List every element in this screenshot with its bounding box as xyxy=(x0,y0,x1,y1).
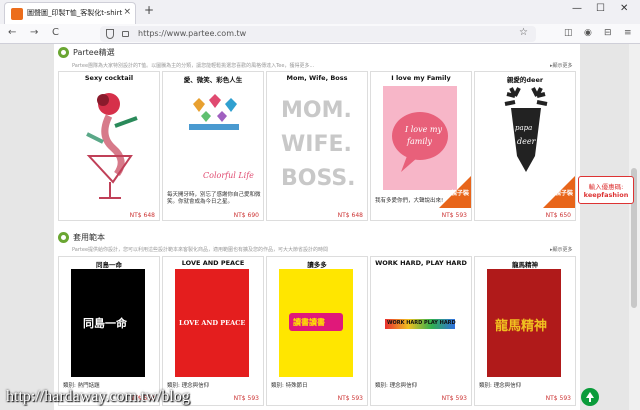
browser-tab[interactable]: 圖聲圖_印製T恤_客製化t-shirt | × xyxy=(4,2,136,24)
account-icon[interactable]: ◉ xyxy=(584,28,592,38)
shield-icon[interactable] xyxy=(106,29,114,39)
card-category: 類別: 理念與信仰 xyxy=(375,383,418,389)
pocket-icon[interactable]: ◫ xyxy=(564,28,573,38)
card-title: 親愛的deer xyxy=(506,76,544,84)
template-card[interactable]: LOVE AND PEACE LOVE AND PEACE 類別: 理念與信仰 … xyxy=(162,256,264,406)
product-card[interactable]: 親愛的deer papa deer 親子裝 NT$ 650 xyxy=(474,71,576,221)
reload-icon[interactable]: C xyxy=(52,27,59,38)
window-close-icon[interactable]: ✕ xyxy=(620,3,628,14)
site-favicon-icon xyxy=(11,8,23,20)
card-price: NT$ 593 xyxy=(441,395,467,402)
template-card[interactable]: 同島一命 同島一命 類別: 熱門話題 NT$ 593 xyxy=(58,256,160,406)
svg-text:family: family xyxy=(406,137,432,146)
maximize-icon[interactable]: ☐ xyxy=(596,3,605,14)
tab-bar: 圖聲圖_印製T恤_客製化t-shirt | × + — ☐ ✕ xyxy=(0,0,640,24)
card-category: 類別: 理念與信仰 xyxy=(479,383,522,389)
art-text: LOVE AND PEACE xyxy=(179,319,246,327)
section-description: Partee團隊為大家特別設計的T恤。以圖騰為主的分類，讓您能輕鬆挑選您喜歡的風… xyxy=(72,63,315,69)
product-card[interactable]: I love my Family I love my family 親子裝 我有… xyxy=(370,71,472,221)
section-title: 套用範本 xyxy=(73,233,105,242)
promo-code-banner[interactable]: 輸入優惠碼: keepfashion xyxy=(578,176,634,204)
art-text: 讀書讀書 xyxy=(293,318,325,327)
speech-bubble-illustration: I love my family xyxy=(392,112,448,172)
leaf-icon xyxy=(58,47,69,58)
product-card[interactable]: Sexy cocktail NT$ 648 xyxy=(58,71,160,221)
card-price: NT$ 650 xyxy=(545,212,571,219)
product-card[interactable]: Mom, Wife, Boss MOM. WIFE. BOSS. NT$ 648 xyxy=(266,71,368,221)
new-tab-button[interactable]: + xyxy=(144,3,154,17)
url-bar[interactable]: https://www.partee.com.tw ☆ xyxy=(100,26,536,42)
card-title: LOVE AND PEACE xyxy=(181,259,245,267)
cocktail-illustration xyxy=(86,93,138,199)
nav-bar: ← → C https://www.partee.com.tw ☆ ◫ ◉ ⊟ … xyxy=(0,24,640,44)
card-title: 同島一命 xyxy=(96,261,122,269)
art-line-boss: BOSS. xyxy=(281,166,356,191)
menu-icon[interactable]: ≡ xyxy=(624,28,632,38)
back-icon[interactable]: ← xyxy=(8,27,16,38)
section-description: Partee提供給你設計，您可以利用這些設計範本來客製化商品，適用範圍也有擴及您… xyxy=(72,247,329,253)
promo-label: 輸入優惠碼: xyxy=(588,183,624,191)
lock-icon[interactable] xyxy=(122,31,129,37)
product-image[interactable]: LOVE AND PEACE xyxy=(175,269,249,377)
card-price: NT$ 648 xyxy=(129,212,155,219)
extensions-icon[interactable]: ⊟ xyxy=(604,28,612,38)
show-more-link[interactable]: ▸顯示更多 xyxy=(550,62,573,69)
card-description: 我有多愛你們，大聲說出來! xyxy=(375,198,444,204)
card-title: Sexy cocktail xyxy=(84,74,134,82)
card-price: NT$ 593 xyxy=(441,212,467,219)
art-text: 龍馬精神 xyxy=(495,319,548,334)
product-image[interactable]: I love my family xyxy=(383,86,457,190)
blog-watermark: http://hardaway.com.tw/blog xyxy=(6,388,190,405)
leaf-icon xyxy=(58,232,69,243)
back-to-top-button[interactable] xyxy=(581,388,599,406)
svg-text:I love my: I love my xyxy=(404,125,442,134)
art-line-mom: MOM. xyxy=(281,98,352,123)
card-title: WORK HARD, PLAY HARD xyxy=(375,259,467,267)
template-card[interactable]: WORK HARD, PLAY HARD WORK HARD PLAY HARD… xyxy=(370,256,472,406)
card-price: NT$ 690 xyxy=(233,212,259,219)
show-more-link[interactable]: ▸顯示更多 xyxy=(550,246,573,253)
card-price: NT$ 593 xyxy=(337,395,363,402)
card-title: Mom, Wife, Boss xyxy=(286,74,348,82)
svg-text:deer: deer xyxy=(517,137,537,146)
product-image[interactable]: 讀書讀書 xyxy=(279,269,353,377)
minimize-icon[interactable]: — xyxy=(572,3,582,14)
art-text: 同島一命 xyxy=(83,317,127,330)
card-price: NT$ 593 xyxy=(233,395,259,402)
tab-title: 圖聲圖_印製T恤_客製化t-shirt | xyxy=(27,9,123,17)
family-badge: 親子裝 xyxy=(554,190,573,197)
card-title: 龍馬精神 xyxy=(512,261,538,269)
heart-pattern-illustration: Colorful Life xyxy=(189,94,254,180)
product-image[interactable]: 同島一命 xyxy=(71,269,145,377)
product-card[interactable]: 愛、微笑、彩色人生 Colorful Life 每天開牙時，別忘了感謝你自己愛和… xyxy=(162,71,264,221)
card-price: NT$ 648 xyxy=(337,212,363,219)
product-image[interactable]: 龍馬精神 xyxy=(487,269,561,377)
section-title: Partee精選 xyxy=(73,48,115,57)
card-title: I love my Family xyxy=(391,74,451,82)
product-image[interactable]: Colorful Life xyxy=(173,86,255,196)
bookmark-star-icon[interactable]: ☆ xyxy=(519,27,528,38)
art-line-wife: WIFE. xyxy=(281,132,352,157)
template-card[interactable]: 讀多多 讀書讀書 類別: 特殊節日 NT$ 593 xyxy=(266,256,368,406)
url-text[interactable]: https://www.partee.com.tw xyxy=(138,29,246,38)
promo-code: keepfashion xyxy=(583,191,629,199)
art-text: WORK HARD PLAY HARD xyxy=(387,320,456,326)
close-tab-icon[interactable]: × xyxy=(123,7,131,17)
card-price: NT$ 593 xyxy=(545,395,571,402)
card-description: 每天開牙時，別忘了感謝你自己愛和微笑。你就會成為今日之星。 xyxy=(167,192,261,205)
template-card[interactable]: 龍馬精神 龍馬精神 類別: 理念與信仰 NT$ 593 xyxy=(474,256,576,406)
product-image[interactable] xyxy=(69,86,151,204)
card-category: 類別: 特殊節日 xyxy=(271,383,308,389)
card-title: 愛、微笑、彩色人生 xyxy=(183,76,243,84)
svg-text:papa: papa xyxy=(515,124,532,132)
card-title: 讀多多 xyxy=(307,261,327,269)
forward-icon[interactable]: → xyxy=(30,27,38,38)
family-badge: 親子裝 xyxy=(450,190,469,197)
product-image[interactable]: WORK HARD PLAY HARD xyxy=(383,269,457,377)
svg-text:Colorful Life: Colorful Life xyxy=(203,171,254,180)
product-image[interactable]: MOM. WIFE. BOSS. xyxy=(277,88,359,204)
